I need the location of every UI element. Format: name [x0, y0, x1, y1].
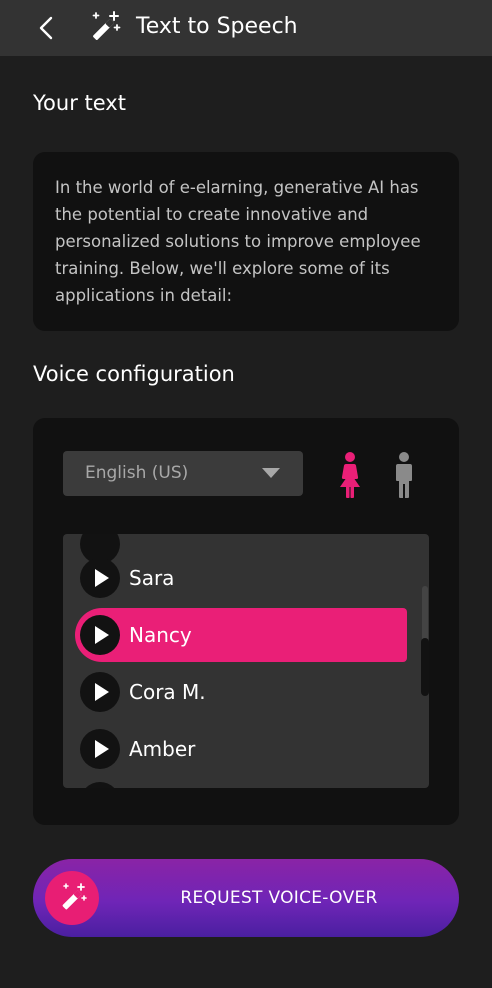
language-select[interactable]: English (US) — [63, 451, 303, 496]
voice-name: Sara — [129, 566, 175, 590]
request-voice-over-button[interactable]: REQUEST VOICE-OVER — [33, 859, 459, 937]
text-card: In the world of e-elarning, generative A… — [33, 152, 459, 331]
voice-configuration-heading: Voice configuration — [33, 362, 235, 386]
play-button[interactable] — [80, 615, 120, 655]
chevron-down-icon — [262, 468, 280, 478]
your-text-heading: Your text — [33, 91, 126, 115]
male-voice-toggle[interactable] — [390, 451, 418, 499]
play-icon — [95, 683, 109, 701]
magic-wand-icon — [45, 871, 99, 925]
language-select-value: English (US) — [85, 463, 189, 483]
play-icon — [95, 626, 109, 644]
play-button[interactable] — [80, 558, 120, 598]
scrollbar-thumb[interactable] — [421, 638, 429, 696]
chevron-left-icon — [39, 16, 53, 40]
voice-item[interactable]: Sara — [75, 551, 407, 605]
male-person-icon — [396, 452, 412, 498]
voice-configuration-card: English (US) Sara Nancy Cora M. Amber — [33, 418, 459, 825]
voice-item[interactable]: Amber — [75, 722, 407, 776]
play-button[interactable] — [80, 672, 120, 712]
voice-name: Nancy — [129, 623, 192, 647]
play-icon — [95, 740, 109, 758]
female-person-icon — [340, 452, 360, 498]
voice-item-selected[interactable]: Nancy — [75, 608, 407, 662]
voice-name: Amber — [129, 737, 196, 761]
voice-list[interactable]: Sara Nancy Cora M. Amber — [63, 534, 429, 788]
top-bar: Text to Speech — [0, 0, 492, 56]
play-button[interactable] — [80, 729, 120, 769]
female-voice-toggle[interactable] — [336, 451, 364, 499]
play-icon — [95, 569, 109, 587]
back-button[interactable] — [30, 10, 66, 46]
text-body[interactable]: In the world of e-elarning, generative A… — [55, 174, 440, 309]
voice-item[interactable]: Cora M. — [75, 665, 407, 719]
page-title: Text to Speech — [136, 14, 298, 39]
voice-name: Cora M. — [129, 680, 206, 704]
play-icon — [80, 782, 120, 788]
request-voice-over-label: REQUEST VOICE-OVER — [180, 888, 378, 908]
voice-list-scrollbar[interactable] — [420, 586, 430, 696]
magic-wand-icon — [86, 10, 122, 46]
